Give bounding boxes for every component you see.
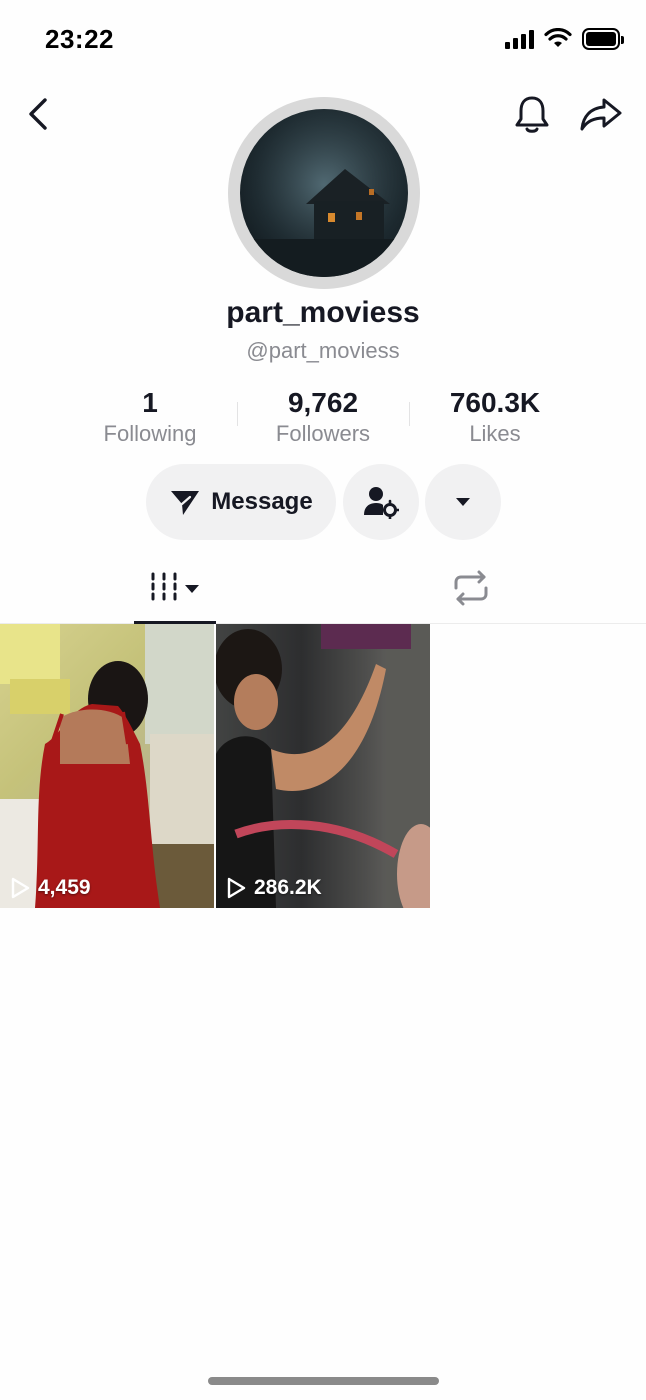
video-thumbnail-image xyxy=(0,624,214,908)
view-count: 286.2K xyxy=(226,876,322,900)
bell-icon xyxy=(515,96,549,133)
view-count: 4,459 xyxy=(10,876,91,900)
message-button[interactable]: Message xyxy=(146,464,336,540)
tab-reposts[interactable] xyxy=(430,552,512,624)
play-outline-icon xyxy=(11,877,30,899)
wifi-icon xyxy=(544,28,572,47)
video-thumbnail[interactable]: 286.2K xyxy=(216,624,430,908)
home-indicator[interactable] xyxy=(208,1377,439,1385)
avatar-ring[interactable] xyxy=(228,97,420,289)
cellular-signal-icon xyxy=(505,29,534,49)
play-outline-icon xyxy=(227,877,246,899)
stat-value: 760.3K xyxy=(449,387,541,418)
profile-tabs xyxy=(0,552,646,624)
status-bar: 23:22 xyxy=(0,0,646,80)
more-options-button[interactable] xyxy=(425,464,501,540)
message-button-label: Message xyxy=(211,488,313,515)
user-gear-icon xyxy=(364,487,399,519)
stat-value: 9,762 xyxy=(287,387,359,418)
tab-videos[interactable] xyxy=(134,552,216,624)
battery-icon xyxy=(582,28,624,50)
stat-following[interactable]: 1 Following xyxy=(65,386,235,448)
chevron-left-icon xyxy=(29,98,47,130)
repost-icon xyxy=(454,570,488,606)
share-arrow-icon xyxy=(580,98,622,131)
profile-stats: 1 Following 9,762 Followers 760.3K Likes xyxy=(0,386,646,450)
notifications-button[interactable] xyxy=(510,92,554,136)
caret-down-icon xyxy=(456,498,470,506)
stat-label: Likes xyxy=(469,421,521,446)
view-count-text: 286.2K xyxy=(254,876,322,899)
share-button[interactable] xyxy=(578,92,624,136)
avatar-image xyxy=(240,109,408,277)
stat-label: Followers xyxy=(275,421,371,446)
add-friend-settings-button[interactable] xyxy=(343,464,419,540)
status-time: 23:22 xyxy=(45,24,114,54)
stat-followers[interactable]: 9,762 Followers xyxy=(238,386,408,448)
grid-columns-icon xyxy=(151,572,199,604)
video-thumbnail[interactable]: 4,459 xyxy=(0,624,214,908)
stat-label: Following xyxy=(103,421,197,446)
view-count-text: 4,459 xyxy=(38,876,91,899)
stat-likes[interactable]: 760.3K Likes xyxy=(410,386,580,448)
paper-plane-icon xyxy=(171,491,200,515)
avatar xyxy=(240,109,408,277)
stat-value: 1 xyxy=(142,387,158,418)
back-button[interactable] xyxy=(18,92,58,136)
profile-handle: @part_moviess xyxy=(246,338,400,363)
video-thumbnail-image xyxy=(216,624,430,908)
profile-display-name: part_moviess xyxy=(226,296,420,329)
status-icons xyxy=(505,28,624,50)
